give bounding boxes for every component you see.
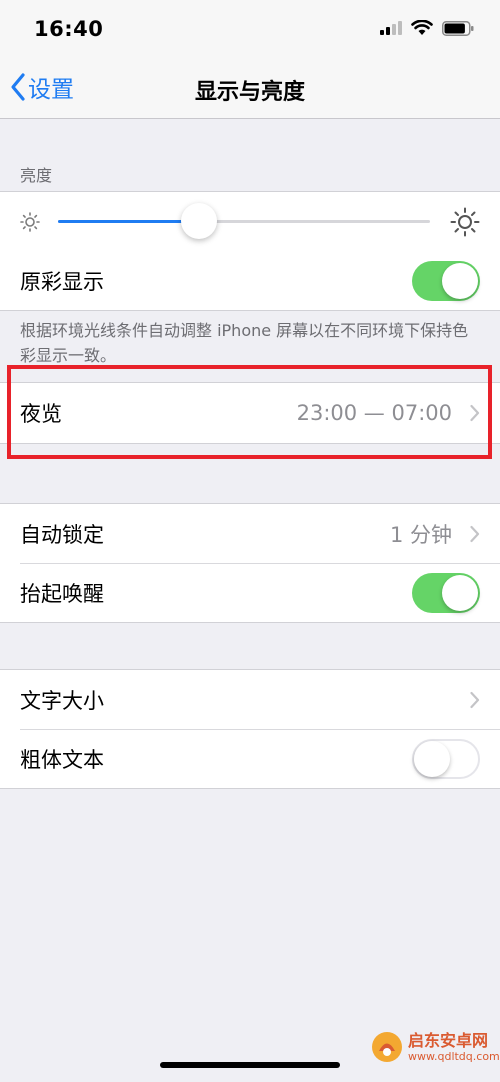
- text-size-row[interactable]: 文字大小: [0, 670, 500, 729]
- auto-lock-row[interactable]: 自动锁定 1 分钟: [0, 504, 500, 563]
- watermark-logo-icon: [372, 1032, 402, 1062]
- brightness-slider-fill: [58, 220, 200, 223]
- raise-to-wake-toggle[interactable]: [412, 572, 480, 613]
- battery-icon: [442, 20, 474, 36]
- bold-text-toggle[interactable]: [412, 738, 480, 779]
- chevron-right-icon: [470, 525, 480, 542]
- brightness-group: 原彩显示: [0, 191, 500, 311]
- navigation-bar: 设置 显示与亮度: [0, 58, 500, 119]
- status-time: 16:40: [34, 17, 104, 41]
- night-shift-group: 夜览 23:00 — 07:00: [0, 382, 500, 444]
- lock-group: 自动锁定 1 分钟 抬起唤醒: [0, 503, 500, 623]
- status-icons: [380, 20, 474, 36]
- toggle-knob: [442, 262, 478, 299]
- auto-lock-value: 1 分钟: [389, 522, 452, 547]
- true-tone-row: 原彩显示: [0, 251, 500, 310]
- brightness-slider-knob[interactable]: [181, 203, 218, 239]
- bold-text-row: 粗体文本: [0, 729, 500, 788]
- auto-lock-label: 自动锁定: [20, 522, 104, 547]
- watermark: 启东安卓网 www.qdltdq.com: [370, 1030, 500, 1064]
- night-shift-value: 23:00 — 07:00: [296, 401, 452, 425]
- sun-large-icon: [450, 207, 480, 237]
- page-title: 显示与亮度: [194, 80, 305, 105]
- watermark-text-block: 启东安卓网 www.qdltdq.com: [408, 1030, 500, 1063]
- chevron-right-icon: [470, 404, 480, 422]
- watermark-text: 启东安卓网: [408, 1030, 489, 1050]
- status-bar: 16:40: [0, 0, 500, 58]
- toggle-knob: [442, 574, 478, 611]
- wifi-icon: [411, 20, 433, 35]
- brightness-section-label: 亮度: [20, 166, 53, 185]
- text-group: 文字大小 粗体文本: [0, 669, 500, 789]
- true-tone-toggle[interactable]: [412, 260, 480, 301]
- toggle-knob: [414, 740, 450, 777]
- sun-small-icon: [20, 212, 40, 232]
- chevron-right-icon: [470, 691, 480, 708]
- raise-to-wake-row: 抬起唤醒: [0, 563, 500, 622]
- watermark-url: www.qdltdq.com: [408, 1049, 500, 1063]
- true-tone-footnote: 根据环境光线条件自动调整 iPhone 屏幕以在不同环境下保持色彩显示一致。: [20, 321, 469, 365]
- cellular-signal-icon: [380, 21, 402, 35]
- true-tone-label: 原彩显示: [20, 269, 104, 294]
- home-indicator: [160, 1062, 340, 1068]
- text-size-label: 文字大小: [20, 688, 104, 713]
- brightness-slider[interactable]: [58, 203, 430, 239]
- brightness-slider-row: [0, 192, 500, 251]
- night-shift-label: 夜览: [20, 402, 62, 426]
- bold-text-label: 粗体文本: [20, 747, 104, 772]
- night-shift-row[interactable]: 夜览 23:00 — 07:00: [0, 383, 500, 443]
- raise-to-wake-label: 抬起唤醒: [20, 581, 104, 606]
